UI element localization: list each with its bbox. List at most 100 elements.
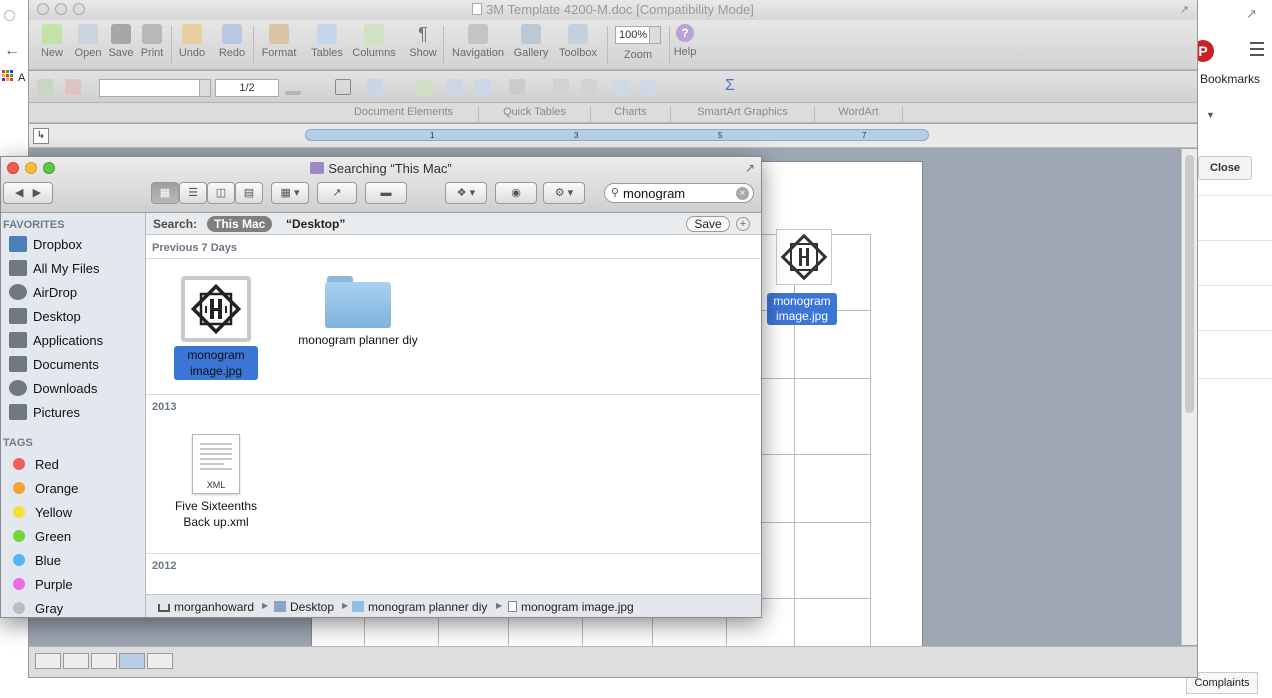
notebook-view-icon[interactable] [147,653,173,669]
path-item-home[interactable]: morganhoward [158,600,254,614]
tab-smartart-graphics[interactable]: SmartArt Graphics [671,106,815,122]
autosum-icon[interactable]: Σ [725,78,741,94]
browser-expand-icon[interactable]: ↗ [1246,6,1257,22]
navigation-button[interactable]: Navigation [449,24,507,59]
tab-quick-tables[interactable]: Quick Tables [479,106,591,122]
eraser-icon[interactable] [65,79,81,95]
column-view-button[interactable]: ◫ [207,182,235,204]
table-layout-icon[interactable] [447,79,463,95]
table-split-icon[interactable] [475,79,491,95]
icon-view-button[interactable]: ▦ [151,182,179,204]
save-search-button[interactable]: Save [686,216,730,232]
fullscreen-icon[interactable]: ↗ [1180,3,1189,16]
tab-charts[interactable]: Charts [591,106,671,122]
print-layout-view-icon[interactable] [119,653,145,669]
quick-look-button[interactable]: ◉ [495,182,537,204]
back-icon[interactable]: ◀ [15,187,23,199]
open-button[interactable]: Open [71,24,105,59]
scrollbar-thumb[interactable] [1185,155,1194,413]
sidebar-tag-yellow[interactable]: Yellow [9,503,145,523]
sidebar-item-desktop[interactable]: Desktop [9,307,145,327]
zoom-control[interactable]: 100% Zoom [611,24,665,61]
path-item-desktop[interactable]: Desktop [274,600,334,614]
forward-icon[interactable]: ▶ [33,187,41,199]
insert-table-icon[interactable] [417,79,433,95]
sort-descending-icon[interactable] [641,79,657,95]
line-color-icon[interactable] [285,91,301,95]
list-view-button[interactable]: ☰ [179,182,207,204]
path-item-monogram-planner-diy[interactable]: monogram planner diy [352,600,487,614]
undo-button[interactable]: Undo [175,24,209,59]
gallery-button[interactable]: Gallery [511,24,551,59]
page-indicator[interactable]: 1/2 [215,79,279,97]
help-button[interactable]: ? Help [669,24,701,58]
sidebar-item-pictures[interactable]: Pictures [9,403,145,423]
browser-back-icon[interactable]: ← [4,42,20,60]
bookmarks-link[interactable]: Bookmarks [1200,72,1260,86]
sidebar-tag-purple[interactable]: Purple [9,575,145,595]
draft-view-icon[interactable] [35,653,61,669]
dropbox-button[interactable]: ❖ ▾ [445,182,487,204]
bookmark-item-letter[interactable]: A [18,72,25,84]
style-select[interactable] [99,79,211,97]
sidebar-item-dropbox[interactable]: Dropbox [9,235,145,255]
scope-desktop[interactable]: “Desktop” [286,217,345,231]
columns-button[interactable]: Columns [349,24,399,59]
file-item-five-sixteenths-xml[interactable]: XML Five Sixteenths Back up.xml [146,434,286,530]
dragged-file-icon[interactable]: monogram image.jpg [767,229,837,325]
sidebar-tag-orange[interactable]: Orange [9,479,145,499]
border-icon[interactable] [335,79,351,95]
distribute-icon[interactable] [553,79,569,95]
browser-window-button[interactable] [4,10,15,21]
show-button[interactable]: ¶ Show [407,24,439,59]
sidebar-tag-green[interactable]: Green [9,527,145,547]
action-button[interactable]: ⚙ ▾ [543,182,585,204]
sidebar-item-applications[interactable]: Applications [9,331,145,351]
format-button[interactable]: Format [259,24,299,59]
align-icon[interactable] [509,79,525,95]
vertical-scrollbar[interactable] [1181,149,1197,645]
tags-button[interactable]: ▬ [365,182,407,204]
sidebar-item-downloads[interactable]: Downloads [9,379,145,399]
sidebar-item-airdrop[interactable]: AirDrop [9,283,145,303]
finder-fullscreen-icon[interactable]: ↗ [745,161,755,175]
search-input[interactable] [623,186,735,200]
clear-search-icon[interactable]: × [736,187,749,200]
file-item-monogram-image[interactable]: monogram image.jpg [146,276,286,380]
sort-ascending-icon[interactable] [613,79,629,95]
path-item-monogram-image[interactable]: monogram image.jpg [508,600,634,614]
fill-color-icon[interactable] [367,79,383,95]
arrange-button[interactable]: ▦ ▾ [271,182,309,204]
publishing-view-icon[interactable] [91,653,117,669]
browser-menu-icon[interactable] [1250,42,1264,60]
sidebar-tag-gray[interactable]: Gray [9,599,145,617]
edit-icon[interactable] [37,79,53,95]
folder-item-monogram-planner-diy[interactable]: monogram planner diy [288,276,428,348]
sidebar-tag-red[interactable]: Red [9,455,145,475]
sidebar-tag-blue[interactable]: Blue [9,551,145,571]
horizontal-ruler[interactable]: 1 3 5 7 [305,129,929,141]
toolbox-button[interactable]: Toolbox [555,24,601,59]
new-button[interactable]: New [35,24,69,59]
outline-view-icon[interactable] [63,653,89,669]
sidebar-item-documents[interactable]: Documents [9,355,145,375]
save-button[interactable]: Save [107,24,135,59]
tab-wordart[interactable]: WordArt [815,106,903,122]
zoom-select[interactable]: 100% [615,26,661,44]
add-criteria-icon[interactable]: + [736,217,750,231]
tab-document-elements[interactable]: Document Elements [329,106,479,122]
chevron-down-icon[interactable]: ▼ [1206,110,1215,120]
tab-stop-selector-icon[interactable]: ↳ [33,128,49,144]
tables-button[interactable]: Tables [309,24,345,59]
print-button[interactable]: Print [137,24,167,59]
coverflow-view-button[interactable]: ▤ [235,182,263,204]
scope-this-mac[interactable]: This Mac [207,216,273,232]
back-forward-buttons[interactable]: ◀ ▶ [3,182,53,204]
share-button[interactable]: ↗ [317,182,357,204]
sidebar-item-all-my-files[interactable]: All My Files [9,259,145,279]
close-button[interactable]: Close [1198,156,1252,180]
redo-button[interactable]: Redo [215,24,249,59]
finder-search-field[interactable]: ⚲ × [604,183,754,203]
merge-icon[interactable] [581,79,597,95]
apps-grid-icon[interactable] [2,70,14,82]
